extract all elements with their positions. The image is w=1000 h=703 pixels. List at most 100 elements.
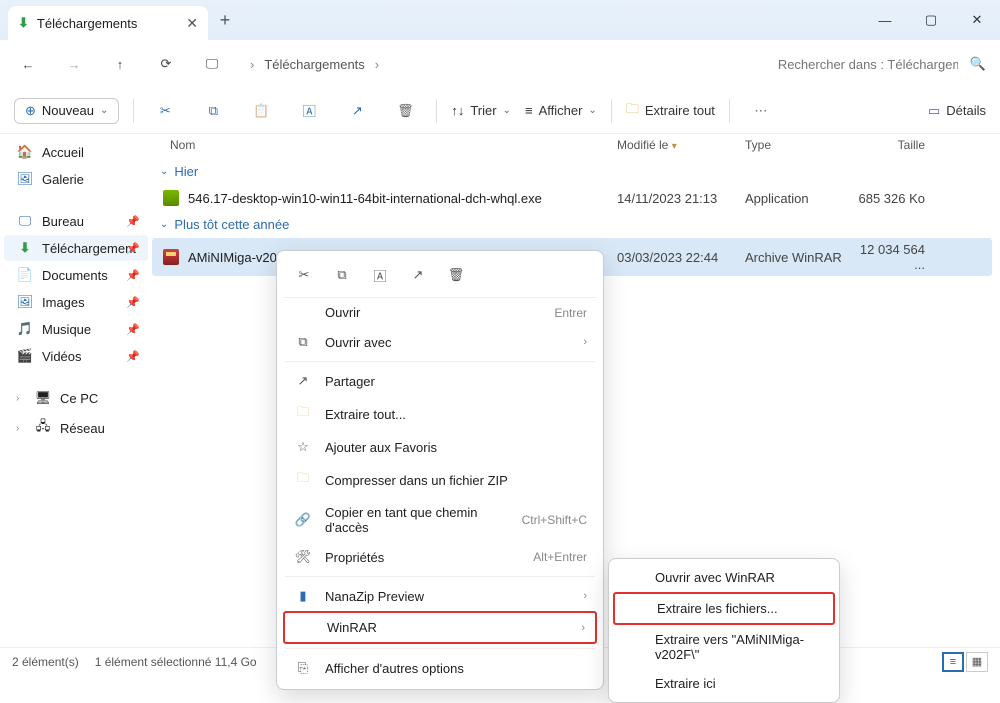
separator bbox=[285, 361, 595, 362]
details-button[interactable]: ▭ Détails bbox=[928, 103, 986, 119]
ctx-winrar[interactable]: WinRAR › bbox=[283, 611, 597, 644]
sidebar-item-network[interactable]: › 🖧 Réseau bbox=[4, 412, 148, 444]
tab-downloads[interactable]: ⬇ Téléchargements ✕ bbox=[8, 6, 208, 40]
sub-open-winrar[interactable]: Ouvrir avec WinRAR bbox=[613, 563, 835, 592]
back-button[interactable]: ← bbox=[14, 50, 42, 78]
col-modified[interactable]: Modifié le ▾ bbox=[617, 138, 745, 152]
sidebar-item-downloads[interactable]: ⬇ Téléchargement 📌 bbox=[4, 235, 148, 261]
openwith-icon: ⧉ bbox=[293, 334, 313, 350]
chevron-down-icon: ⌄ bbox=[160, 166, 168, 177]
ctx-label: Compresser dans un fichier ZIP bbox=[325, 473, 587, 488]
search-box[interactable]: 🔍 bbox=[778, 56, 986, 72]
new-tab-button[interactable]: + bbox=[208, 3, 242, 37]
sort-desc-icon: ▾ bbox=[672, 141, 677, 152]
group-yesterday[interactable]: ⌄ Hier bbox=[152, 158, 1000, 185]
extract-all-button[interactable]: 🗀 Extraire tout bbox=[626, 100, 715, 122]
ctx-more-options[interactable]: ⎘ Afficher d'autres options bbox=[283, 653, 597, 683]
ctx-label: Extraire vers "AMiNIMiga-v202F\" bbox=[655, 632, 825, 662]
sidebar-item-documents[interactable]: 📄 Documents 📌 bbox=[4, 262, 148, 288]
chevron-right-icon: › bbox=[16, 423, 26, 434]
breadcrumb[interactable]: › Téléchargements › bbox=[250, 57, 379, 72]
separator bbox=[729, 99, 730, 123]
refresh-button[interactable]: ⟳ bbox=[152, 50, 180, 78]
nav-toolbar: ← → ↑ ⟳ 🖵 › Téléchargements › 🔍 bbox=[0, 40, 1000, 88]
ctx-favorites[interactable]: ☆ Ajouter aux Favoris bbox=[283, 432, 597, 462]
sidebar-label: Bureau bbox=[42, 214, 84, 229]
sub-extract-files[interactable]: Extraire les fichiers... bbox=[613, 592, 835, 625]
maximize-button[interactable]: ▢ bbox=[908, 0, 954, 40]
cut-button[interactable]: ✂ bbox=[289, 261, 319, 289]
ctx-open[interactable]: Ouvrir Entrer bbox=[283, 298, 597, 327]
file-row[interactable]: 546.17-desktop-win10-win11-64bit-interna… bbox=[152, 185, 1000, 211]
nvidia-icon bbox=[162, 189, 180, 207]
ctx-label: Copier en tant que chemin d'accès bbox=[325, 505, 510, 535]
col-type[interactable]: Type bbox=[745, 138, 853, 152]
cut-button[interactable]: ✂ bbox=[148, 94, 182, 128]
view-button[interactable]: ≡ Afficher ⌄ bbox=[525, 103, 597, 118]
sidebar-item-images[interactable]: 🖼 Images 📌 bbox=[4, 289, 148, 315]
copy-button[interactable]: ⧉ bbox=[327, 261, 357, 289]
new-button[interactable]: ⊕ Nouveau ⌄ bbox=[14, 98, 119, 124]
star-icon: ☆ bbox=[293, 439, 313, 455]
chevron-right-icon: › bbox=[375, 57, 379, 72]
sort-button[interactable]: ↑↓ Trier ⌄ bbox=[451, 103, 511, 118]
sidebar-item-desktop[interactable]: 🖵 Bureau 📌 bbox=[4, 208, 148, 234]
ctx-extract-all[interactable]: 🗀 Extraire tout... bbox=[283, 396, 597, 432]
ctx-nanazip[interactable]: ▮ NanaZip Preview › bbox=[283, 581, 597, 611]
ctx-label: Ouvrir avec WinRAR bbox=[655, 570, 825, 585]
ctx-open-with[interactable]: ⧉ Ouvrir avec › bbox=[283, 327, 597, 357]
pin-icon: 📌 bbox=[126, 242, 140, 255]
copy-button[interactable]: ⧉ bbox=[196, 94, 230, 128]
new-label: Nouveau bbox=[42, 103, 94, 118]
sidebar-item-gallery[interactable]: 🖼 Galerie bbox=[4, 166, 148, 192]
sub-extract-to[interactable]: Extraire vers "AMiNIMiga-v202F\" bbox=[613, 625, 835, 669]
search-input[interactable] bbox=[778, 57, 958, 72]
ctx-share[interactable]: ↗ Partager bbox=[283, 366, 597, 396]
separator bbox=[285, 648, 595, 649]
forward-button[interactable]: → bbox=[60, 50, 88, 78]
close-tab-icon[interactable]: ✕ bbox=[186, 15, 198, 32]
sidebar-label: Ce PC bbox=[60, 391, 98, 406]
sidebar-item-videos[interactable]: 🎬 Vidéos 📌 bbox=[4, 343, 148, 369]
chevron-right-icon: › bbox=[583, 336, 587, 348]
col-name[interactable]: Nom bbox=[152, 138, 617, 152]
search-icon[interactable]: 🔍 bbox=[970, 56, 986, 72]
sidebar-item-music[interactable]: 🎵 Musique 📌 bbox=[4, 316, 148, 342]
view-details-button[interactable]: ≡ bbox=[942, 652, 964, 672]
sidebar-label: Accueil bbox=[42, 145, 84, 160]
extract-icon: 🗀 bbox=[293, 403, 313, 425]
ctx-compress-zip[interactable]: 🗀 Compresser dans un fichier ZIP bbox=[283, 462, 597, 498]
sidebar-item-thispc[interactable]: › 🖥 Ce PC bbox=[4, 385, 148, 411]
share-button[interactable]: ↗ bbox=[340, 94, 374, 128]
delete-button[interactable]: 🗑 bbox=[441, 261, 471, 289]
group-earlier-year[interactable]: ⌄ Plus tôt cette année bbox=[152, 211, 1000, 238]
sub-extract-here[interactable]: Extraire ici bbox=[613, 669, 835, 698]
ctx-copy-path[interactable]: 🔗 Copier en tant que chemin d'accès Ctrl… bbox=[283, 498, 597, 542]
close-window-button[interactable]: ✕ bbox=[954, 0, 1000, 40]
file-name: 546.17-desktop-win10-win11-64bit-interna… bbox=[188, 191, 542, 206]
share-button[interactable]: ↗ bbox=[403, 261, 433, 289]
sidebar-item-home[interactable]: 🏠 Accueil bbox=[4, 139, 148, 165]
monitor-icon[interactable]: 🖵 bbox=[198, 50, 226, 78]
file-type: Application bbox=[745, 191, 853, 206]
ctx-properties[interactable]: 🛠 Propriétés Alt+Entrer bbox=[283, 542, 597, 572]
more-button[interactable]: ⋯ bbox=[744, 94, 778, 128]
images-icon: 🖼 bbox=[16, 294, 34, 310]
delete-button[interactable]: 🗑 bbox=[388, 94, 422, 128]
ctx-label: Extraire tout... bbox=[325, 407, 587, 422]
separator bbox=[436, 99, 437, 123]
separator bbox=[285, 576, 595, 577]
context-menu: ✂ ⧉ 🄰 ↗ 🗑 Ouvrir Entrer ⧉ Ouvrir avec › … bbox=[276, 250, 604, 690]
sidebar-label: Musique bbox=[42, 322, 91, 337]
col-size[interactable]: Taille bbox=[853, 138, 943, 152]
rename-button[interactable]: 🄰 bbox=[292, 94, 326, 128]
sort-label: Trier bbox=[470, 103, 496, 118]
view-icons-button[interactable]: ▦ bbox=[966, 652, 988, 672]
up-button[interactable]: ↑ bbox=[106, 50, 134, 78]
rename-button[interactable]: 🄰 bbox=[365, 261, 395, 289]
paste-button[interactable]: 📋 bbox=[244, 94, 278, 128]
minimize-button[interactable]: — bbox=[862, 0, 908, 40]
pin-icon: 📌 bbox=[126, 215, 140, 228]
videos-icon: 🎬 bbox=[16, 348, 34, 364]
pc-icon: 🖥 bbox=[34, 390, 52, 406]
